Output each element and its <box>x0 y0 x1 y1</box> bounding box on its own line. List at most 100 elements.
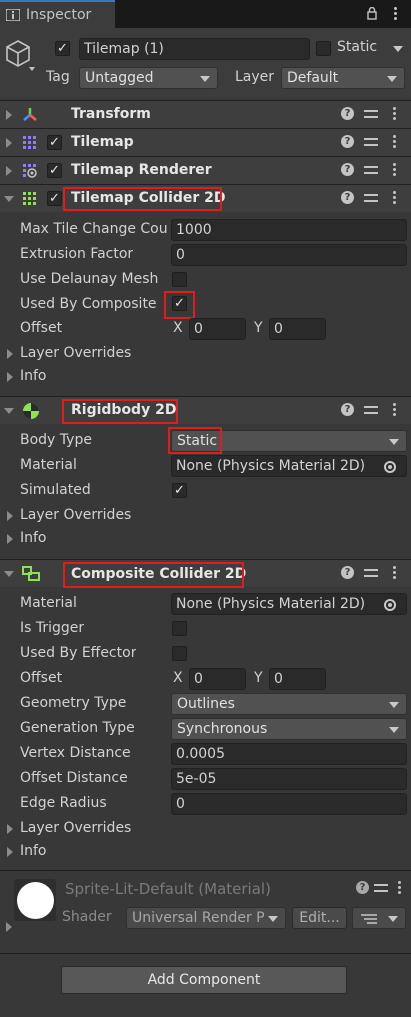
cc-offset-label: Offset <box>20 670 63 686</box>
help-icon[interactable]: ? <box>341 135 354 148</box>
header-icons: ? <box>341 163 405 179</box>
used-by-effector-checkbox[interactable] <box>172 646 187 661</box>
shader-value: Universal Render P <box>132 910 265 926</box>
tilemap-renderer-title: Tilemap Renderer <box>71 162 212 178</box>
composite-collider-header[interactable]: Composite Collider 2D ? <box>0 559 411 588</box>
fold-arrow-icon[interactable] <box>4 196 14 202</box>
info-foldout[interactable]: Info <box>20 368 47 384</box>
fold-arrow-icon[interactable] <box>7 824 13 834</box>
rigidbody-title: Rigidbody 2D <box>71 402 177 418</box>
tilemap-header[interactable]: ✓ Tilemap ? <box>0 128 411 156</box>
offset-x-input[interactable]: 0 <box>189 318 246 340</box>
context-menu-icon[interactable] <box>393 135 397 149</box>
help-icon[interactable]: ? <box>341 403 354 416</box>
shader-options-dropdown[interactable] <box>352 907 406 929</box>
shader-dropdown[interactable]: Universal Render P <box>126 907 286 929</box>
tab-menu-icon[interactable] <box>394 7 398 21</box>
preset-icon[interactable] <box>364 163 378 177</box>
fold-arrow-icon[interactable] <box>6 138 12 148</box>
rb-material-label: Material <box>20 457 77 473</box>
fold-arrow-icon[interactable] <box>7 349 13 359</box>
preset-icon[interactable] <box>364 107 378 121</box>
tilemap-collider-enabled-checkbox[interactable]: ✓ <box>47 191 62 206</box>
is-trigger-checkbox[interactable] <box>172 621 187 636</box>
cc-offset-x-input[interactable]: 0 <box>189 668 246 690</box>
help-icon[interactable]: ? <box>341 163 354 176</box>
tilemap-collider-header[interactable]: ✓ Tilemap Collider 2D ? <box>0 184 411 212</box>
context-menu-icon[interactable] <box>393 566 397 580</box>
used-by-composite-checkbox[interactable]: ✓ <box>172 296 187 311</box>
extrusion-input[interactable]: 0 <box>171 244 407 266</box>
add-component-button[interactable]: Add Component <box>61 966 347 994</box>
object-picker-icon[interactable] <box>384 461 396 473</box>
tab-inspector[interactable]: Inspector <box>0 0 115 28</box>
layer-overrides-foldout[interactable]: Layer Overrides <box>20 820 131 836</box>
fold-arrow-icon[interactable] <box>4 408 14 414</box>
context-menu-icon[interactable] <box>393 107 397 121</box>
fold-arrow-icon[interactable] <box>6 922 12 932</box>
help-icon[interactable]: ? <box>341 566 354 579</box>
fold-arrow-icon[interactable] <box>7 372 13 382</box>
info-foldout[interactable]: Info <box>20 843 47 859</box>
body-type-label: Body Type <box>20 432 92 448</box>
delaunay-checkbox[interactable] <box>172 272 187 287</box>
context-menu-icon[interactable] <box>393 403 397 417</box>
layer-dropdown[interactable]: Default <box>281 67 405 89</box>
preset-icon[interactable] <box>364 135 378 149</box>
simulated-checkbox[interactable]: ✓ <box>172 483 187 498</box>
max-tile-input[interactable]: 1000 <box>171 219 407 241</box>
rb-material-field[interactable]: None (Physics Material 2D) <box>171 455 407 477</box>
fold-arrow-icon[interactable] <box>4 571 14 577</box>
vertex-distance-input[interactable]: 0.0005 <box>171 743 407 765</box>
body-type-dropdown[interactable]: Static <box>171 430 407 452</box>
offset-distance-input[interactable]: 5e-05 <box>171 768 407 790</box>
delaunay-label: Use Delaunay Mesh <box>20 271 159 287</box>
geometry-type-dropdown[interactable]: Outlines <box>171 693 407 715</box>
tilemap-renderer-header[interactable]: ✓ Tilemap Renderer ? <box>0 156 411 184</box>
static-checkbox[interactable] <box>316 41 331 56</box>
cc-offset-y-input[interactable]: 0 <box>269 668 326 690</box>
fold-arrow-icon[interactable] <box>7 847 13 857</box>
preset-icon[interactable] <box>374 881 388 895</box>
object-name-input[interactable]: Tilemap (1) <box>79 38 310 60</box>
rigidbody-header[interactable]: Rigidbody 2D ? <box>0 396 411 424</box>
cc-material-field[interactable]: None (Physics Material 2D) <box>171 593 407 615</box>
tab-inspector-label: Inspector <box>26 7 92 23</box>
static-label: Static <box>337 39 378 55</box>
help-icon[interactable]: ? <box>356 881 369 894</box>
preset-icon[interactable] <box>364 191 378 205</box>
offset-y-input[interactable]: 0 <box>269 318 326 340</box>
generation-type-dropdown[interactable]: Synchronous <box>171 718 407 740</box>
tilemap-renderer-enabled-checkbox[interactable]: ✓ <box>47 163 62 178</box>
fold-arrow-icon[interactable] <box>7 511 13 521</box>
used-by-effector-label: Used By Effector <box>20 645 137 661</box>
tilemap-enabled-checkbox[interactable]: ✓ <box>47 135 62 150</box>
preset-icon[interactable] <box>364 566 378 580</box>
preset-icon[interactable] <box>364 403 378 417</box>
chevron-down-icon[interactable] <box>393 46 403 54</box>
help-icon[interactable]: ? <box>341 107 354 120</box>
help-icon[interactable]: ? <box>341 191 354 204</box>
context-menu-icon[interactable] <box>393 163 397 177</box>
tag-dropdown[interactable]: Untagged <box>79 67 218 89</box>
fold-arrow-icon[interactable] <box>6 166 12 176</box>
extrusion-label: Extrusion Factor <box>20 246 134 262</box>
composite-label: Used By Composite <box>20 296 157 312</box>
cc-material-value: None (Physics Material 2D) <box>176 596 366 612</box>
cc-material-label: Material <box>20 595 77 611</box>
object-picker-icon[interactable] <box>384 599 396 611</box>
fold-arrow-icon[interactable] <box>7 534 13 544</box>
layer-overrides-foldout[interactable]: Layer Overrides <box>20 345 131 361</box>
fold-arrow-icon[interactable] <box>6 110 12 120</box>
offset-x-label: X <box>173 320 183 336</box>
context-menu-icon[interactable] <box>398 881 402 895</box>
transform-header[interactable]: Transform ? <box>0 100 411 128</box>
active-checkbox[interactable]: ✓ <box>55 41 70 56</box>
info-foldout[interactable]: Info <box>20 530 47 546</box>
lock-icon[interactable] <box>367 7 377 20</box>
gameobject-cube-icon[interactable] <box>4 38 36 72</box>
layer-overrides-foldout[interactable]: Layer Overrides <box>20 507 131 523</box>
context-menu-icon[interactable] <box>393 191 397 205</box>
edit-shader-button[interactable]: Edit... <box>292 907 347 929</box>
edge-radius-input[interactable]: 0 <box>171 793 407 815</box>
